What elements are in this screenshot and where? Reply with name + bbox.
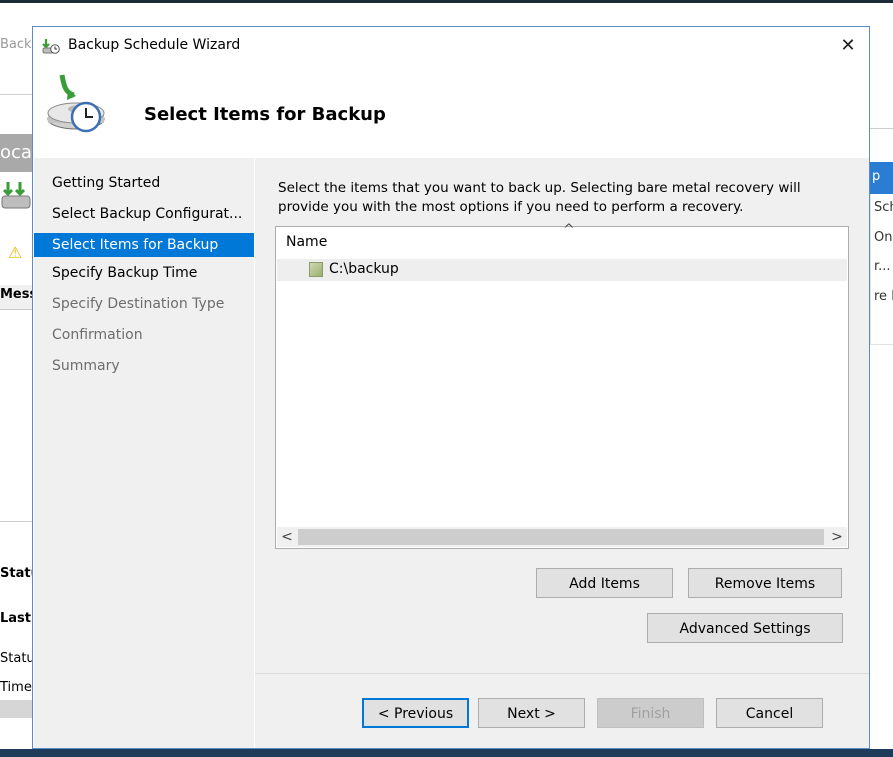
action-item-once[interactable]: On: [874, 230, 892, 245]
dialog-title: Backup Schedule Wizard: [68, 37, 241, 53]
list-item-label: C:\backup: [329, 261, 399, 277]
scroll-left-icon[interactable]: <: [277, 527, 297, 547]
nav-step-select-backup-configuration[interactable]: Select Backup Configurat...: [34, 202, 254, 226]
next-button[interactable]: Next >: [478, 698, 585, 728]
nav-step-confirmation: Confirmation: [34, 323, 254, 347]
dialog-titlebar[interactable]: Backup Schedule Wizard ✕: [33, 27, 869, 65]
action-item-schedule[interactable]: Sch: [874, 200, 893, 215]
nav-step-specify-backup-time[interactable]: Specify Backup Time: [34, 261, 254, 285]
sort-arrow-icon: ^: [563, 222, 575, 238]
background-header-text: oca: [0, 142, 32, 163]
folder-icon: [309, 262, 323, 277]
nav-step-label: Specify Destination Type: [52, 296, 225, 312]
nav-step-label: Specify Backup Time: [52, 265, 198, 281]
wizard-steps-nav: Getting Started Select Backup Configurat…: [34, 158, 254, 748]
backup-schedule-wizard-dialog: Backup Schedule Wizard ✕ Select Items fo…: [32, 26, 870, 749]
warning-icon: ⚠: [8, 243, 23, 262]
backup-schedule-icon: [42, 39, 60, 54]
actions-header-text: p: [872, 169, 881, 184]
scroll-right-icon[interactable]: >: [827, 527, 847, 547]
instructions-text: Select the items that you want to back u…: [278, 180, 801, 215]
horizontal-scrollbar[interactable]: < >: [277, 527, 847, 547]
background-separator: [0, 94, 32, 95]
actions-separator: [870, 128, 893, 129]
scrollbar-thumb[interactable]: [298, 529, 824, 545]
nav-step-label: Summary: [52, 358, 120, 374]
remove-items-button[interactable]: Remove Items: [688, 568, 842, 598]
taskbar: [0, 749, 893, 757]
nav-step-label: Confirmation: [52, 327, 143, 343]
close-icon[interactable]: ✕: [831, 29, 865, 63]
advanced-settings-button[interactable]: Advanced Settings: [647, 613, 843, 643]
nav-step-label: Select Backup Configurat...: [52, 206, 243, 222]
background-header-bar: oca: [0, 134, 32, 172]
action-item-recover[interactable]: r...: [874, 259, 891, 274]
add-items-button[interactable]: Add Items: [536, 568, 673, 598]
wizard-content: Select the items that you want to back u…: [255, 158, 869, 673]
nav-step-select-items-for-backup[interactable]: Select Items for Backup: [34, 233, 254, 257]
nav-step-getting-started[interactable]: Getting Started: [34, 171, 254, 195]
action-item-configure[interactable]: re l: [874, 289, 893, 304]
messages-column-header[interactable]: Messa: [0, 285, 46, 310]
backup-wizard-icon: [47, 74, 105, 133]
name-column-header[interactable]: ^ Name: [276, 222, 848, 257]
name-column-label: Name: [286, 234, 328, 250]
finish-button: Finish: [597, 698, 704, 728]
cancel-button[interactable]: Cancel: [716, 698, 823, 728]
nav-step-summary: Summary: [34, 354, 254, 378]
nav-step-specify-destination-type: Specify Destination Type: [34, 292, 254, 316]
wizard-footer: < Previous Next > Finish Cancel: [255, 673, 869, 748]
actions-header: p: [870, 162, 893, 194]
nav-step-label: Select Items for Backup: [52, 237, 219, 253]
list-item[interactable]: C:\backup: [277, 259, 847, 281]
nav-step-label: Getting Started: [52, 175, 161, 191]
previous-button[interactable]: < Previous: [362, 698, 469, 728]
backup-app-icon: [1, 182, 31, 209]
page-title: Select Items for Backup: [144, 104, 386, 125]
time-label: Time: [0, 680, 32, 695]
backup-items-list[interactable]: ^ Name C:\backup < >: [275, 222, 849, 549]
background-scrollbar[interactable]: [0, 700, 32, 718]
background-separator-lower: [0, 521, 32, 522]
